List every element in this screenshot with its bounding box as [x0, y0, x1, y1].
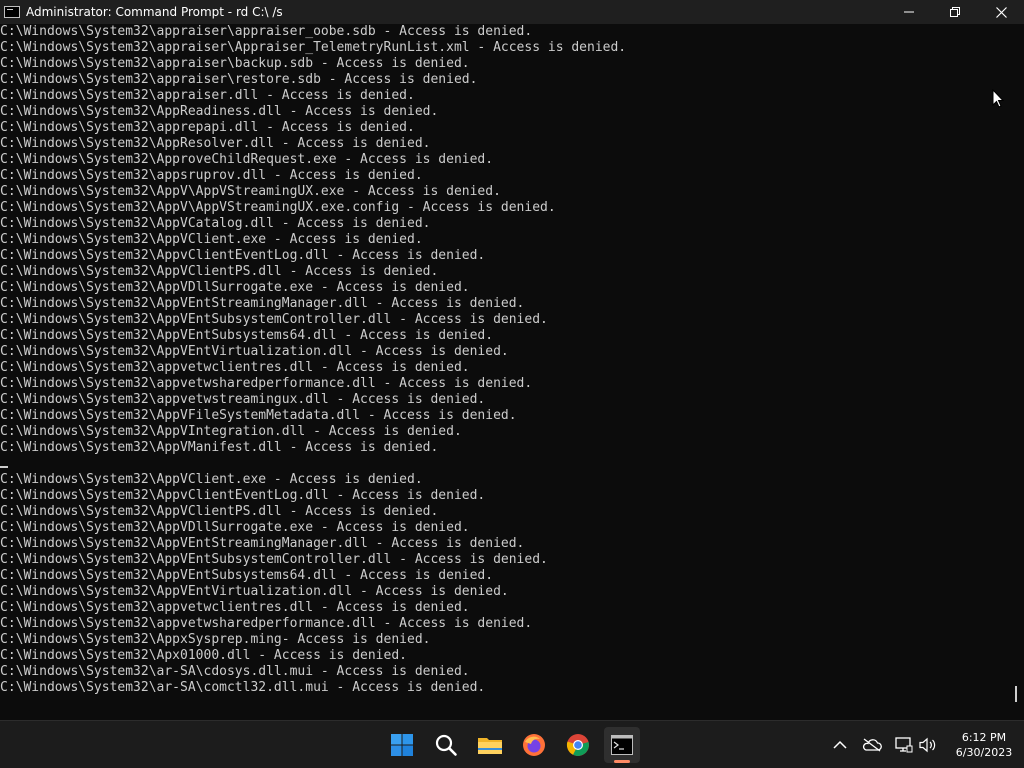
- window-title: Administrator: Command Prompt - rd C:\ /…: [26, 5, 283, 19]
- close-button[interactable]: [978, 0, 1024, 24]
- search-button[interactable]: [428, 727, 464, 763]
- console-line: C:\Windows\System32\appraiser\backup.sdb…: [0, 56, 470, 71]
- console-output[interactable]: C:\Windows\System32\appraiser\appraiser_…: [0, 24, 1010, 720]
- console-line: C:\Windows\System32\AppvClientEventLog.d…: [0, 248, 486, 263]
- clock-date: 6/30/2023: [955, 746, 1013, 759]
- console-line: C:\Windows\System32\AppVDllSurrogate.exe…: [0, 280, 470, 295]
- console-block-2: C:\Windows\System32\AppVClient.exe - Acc…: [0, 472, 1010, 696]
- console-line: C:\Windows\System32\AppV\AppVStreamingUX…: [0, 200, 556, 215]
- taskbar-clock[interactable]: 6:12 PM 6/30/2023: [946, 730, 1022, 760]
- console-line: C:\Windows\System32\AppxSysprep.ming- Ac…: [0, 632, 431, 647]
- console-line: C:\Windows\System32\AppReadiness.dll - A…: [0, 104, 439, 119]
- console-line: C:\Windows\System32\AppvClientEventLog.d…: [0, 488, 486, 503]
- network-icon: [895, 737, 913, 753]
- active-app-indicator: [614, 760, 630, 763]
- maximize-button[interactable]: [932, 0, 978, 24]
- onedrive-icon: [862, 738, 882, 752]
- taskbar: 6:12 PM 6/30/2023: [0, 720, 1024, 768]
- clock-time: 6:12 PM: [961, 731, 1007, 744]
- show-hidden-icons-button[interactable]: [830, 735, 850, 755]
- console-line: C:\Windows\System32\AppVEntStreamingMana…: [0, 296, 525, 311]
- console-line: C:\Windows\System32\AppVDllSurrogate.exe…: [0, 520, 470, 535]
- console-line: C:\Windows\System32\AppVManifest.dll - A…: [0, 440, 439, 455]
- console-line: C:\Windows\System32\apprepapi.dll - Acce…: [0, 120, 415, 135]
- console-cursor-line: [0, 712, 1010, 720]
- console-line: C:\Windows\System32\AppVEntSubsystemCont…: [0, 312, 548, 327]
- console-line: C:\Windows\System32\ApproveChildRequest.…: [0, 152, 494, 167]
- firefox-icon: [523, 734, 545, 756]
- console-line: C:\Windows\System32\appvetwsharedperform…: [0, 376, 533, 391]
- console-line: C:\Windows\System32\AppVEntVirtualizatio…: [0, 344, 509, 359]
- console-cursor-line: [0, 456, 1010, 472]
- command-prompt-app-icon[interactable]: [4, 6, 20, 18]
- console-line: C:\Windows\System32\AppVClientPS.dll - A…: [0, 504, 439, 519]
- scrollbar-thumb[interactable]: [1015, 686, 1017, 702]
- volume-tray[interactable]: [918, 735, 938, 755]
- taskbar-command-prompt[interactable]: [604, 727, 640, 763]
- console-line: C:\Windows\System32\Apx01000.dll - Acces…: [0, 648, 407, 663]
- close-icon: [995, 6, 1007, 18]
- console-block-1: C:\Windows\System32\appraiser\appraiser_…: [0, 24, 1010, 456]
- minimize-icon: [904, 11, 914, 13]
- search-icon: [435, 734, 457, 756]
- console-line: C:\Windows\System32\ar-SA\comctl32.dll.m…: [0, 680, 486, 695]
- chevron-up-icon: [833, 740, 847, 749]
- console-line: C:\Windows\System32\appvetwclientres.dll…: [0, 360, 470, 375]
- console-line: C:\Windows\System32\appraiser\restore.sd…: [0, 72, 478, 87]
- maximize-icon: [950, 7, 960, 17]
- console-cursor: [0, 466, 8, 468]
- console-line: C:\Windows\System32\appraiser.dll - Acce…: [0, 88, 415, 103]
- start-button[interactable]: [384, 727, 420, 763]
- console-line: C:\Windows\System32\AppVEntStreamingMana…: [0, 536, 525, 551]
- console-line: C:\Windows\System32\AppV\AppVStreamingUX…: [0, 184, 501, 199]
- console-line: C:\Windows\System32\AppVIntegration.dll …: [0, 424, 462, 439]
- console-line: C:\Windows\System32\appvetwclientres.dll…: [0, 600, 470, 615]
- taskbar-firefox[interactable]: [516, 727, 552, 763]
- console-line: C:\Windows\System32\AppVClient.exe - Acc…: [0, 472, 423, 487]
- taskbar-file-explorer[interactable]: [472, 727, 508, 763]
- mouse-pointer-icon: [992, 89, 1004, 108]
- console-line: C:\Windows\System32\ar-SA\cdosys.dll.mui…: [0, 664, 470, 679]
- onedrive-tray[interactable]: [862, 735, 882, 755]
- minimize-button[interactable]: [886, 0, 932, 24]
- console-line: C:\Windows\System32\appraiser\appraiser_…: [0, 24, 533, 39]
- window-controls: [886, 0, 1024, 24]
- taskbar-chrome[interactable]: [560, 727, 596, 763]
- console-line: C:\Windows\System32\AppResolver.dll - Ac…: [0, 136, 431, 151]
- volume-icon: [919, 737, 936, 753]
- title-bar[interactable]: Administrator: Command Prompt - rd C:\ /…: [0, 0, 1024, 24]
- console-line: C:\Windows\System32\appvetwsharedperform…: [0, 616, 533, 631]
- console-line: C:\Windows\System32\AppVClient.exe - Acc…: [0, 232, 423, 247]
- windows-start-icon: [391, 734, 413, 756]
- file-explorer-icon: [478, 738, 502, 754]
- console-line: C:\Windows\System32\AppVEntVirtualizatio…: [0, 584, 509, 599]
- console-line: C:\Windows\System32\AppVEntSubsystemCont…: [0, 552, 548, 567]
- console-line: C:\Windows\System32\AppVClientPS.dll - A…: [0, 264, 439, 279]
- network-tray[interactable]: [894, 735, 914, 755]
- console-line: C:\Windows\System32\appsruprov.dll - Acc…: [0, 168, 423, 183]
- chrome-icon: [566, 734, 589, 756]
- command-prompt-icon: [611, 735, 633, 755]
- console-line: C:\Windows\System32\AppVEntSubsystems64.…: [0, 568, 494, 583]
- console-line: C:\Windows\System32\appraiser\Appraiser_…: [0, 40, 627, 55]
- console-line: C:\Windows\System32\AppVEntSubsystems64.…: [0, 328, 494, 343]
- console-line: C:\Windows\System32\AppVCatalog.dll - Ac…: [0, 216, 431, 231]
- console-line: C:\Windows\System32\appvetwstreamingux.d…: [0, 392, 486, 407]
- console-line: C:\Windows\System32\AppVFileSystemMetada…: [0, 408, 517, 423]
